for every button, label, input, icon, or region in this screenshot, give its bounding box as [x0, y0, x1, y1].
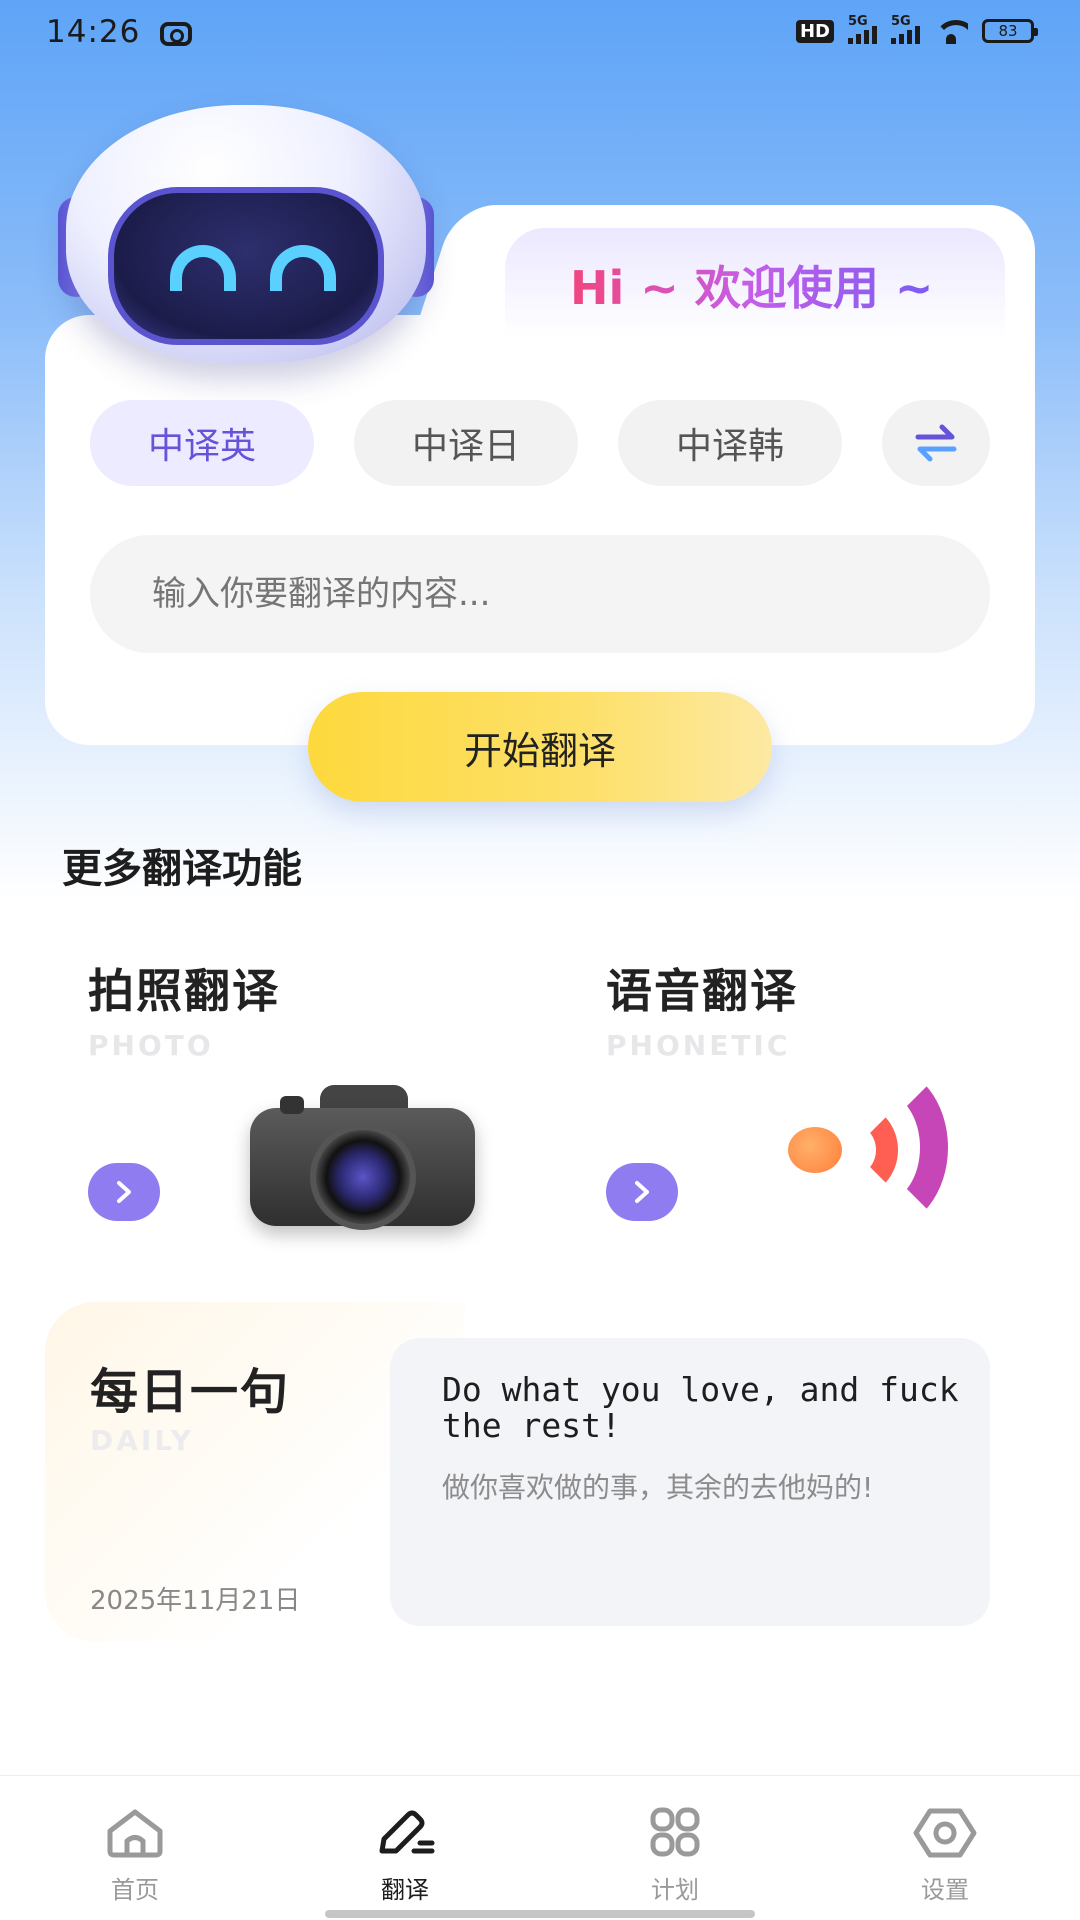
daily-quote-card[interactable]: Do what you love, and fuck the rest! 做你喜…: [390, 1338, 990, 1626]
swap-language-button[interactable]: [882, 400, 990, 486]
voice-translate-card[interactable]: 语音翻译 PHONETIC: [578, 955, 1078, 1255]
start-translate-button[interactable]: 开始翻译: [308, 692, 772, 802]
feature-title: 语音翻译: [606, 964, 798, 1018]
daily-subtitle: DAILY: [90, 1424, 195, 1457]
daily-title: 每日一句: [90, 1364, 291, 1420]
chevron-right-icon: [117, 1181, 131, 1203]
daily-date: 2025年11月21日: [90, 1586, 301, 1616]
tab-zh-ja[interactable]: 中译日: [354, 400, 578, 486]
signal-label: 5G: [848, 14, 868, 29]
signal-label: 5G: [891, 14, 911, 29]
tab-zh-ko[interactable]: 中译韩: [618, 400, 842, 486]
photo-translate-arrow-button[interactable]: [88, 1163, 160, 1221]
robot-face: [108, 187, 384, 345]
more-features-title: 更多翻译功能: [62, 846, 302, 892]
nav-item-plan[interactable]: 计划: [540, 1776, 810, 1920]
swap-arrows-icon: [915, 424, 957, 462]
home-indicator[interactable]: [325, 1910, 755, 1918]
grid-icon: [645, 1806, 705, 1860]
nav-label: 计划: [651, 1876, 699, 1904]
chevron-right-icon: [635, 1181, 649, 1203]
signal-icon: 5G: [891, 14, 920, 44]
nav-label: 设置: [921, 1876, 969, 1904]
feature-subtitle: PHONETIC: [606, 1029, 791, 1062]
sound-wave-icon: [788, 1065, 968, 1235]
status-time: 14:26: [46, 14, 141, 50]
feature-subtitle: PHOTO: [88, 1029, 214, 1062]
greeting-text: Hi ~ 欢迎使用 ~: [570, 252, 933, 318]
hd-voice-icon: HD: [795, 19, 834, 43]
nav-item-translate[interactable]: 翻译: [270, 1776, 540, 1920]
photo-translate-card[interactable]: 拍照翻译 PHOTO: [60, 955, 560, 1255]
nav-label: 翻译: [381, 1876, 429, 1904]
translator-card: [45, 315, 1035, 745]
feature-title: 拍照翻译: [88, 964, 280, 1018]
battery-icon: 83: [982, 19, 1038, 43]
robot-mascot-icon: [58, 105, 434, 375]
wifi-icon: [934, 18, 968, 44]
voice-translate-arrow-button[interactable]: [606, 1163, 678, 1221]
nav-item-home[interactable]: 首页: [0, 1776, 270, 1920]
quote-chinese: 做你喜欢做的事，其余的去他妈的!: [442, 1471, 874, 1504]
status-indicators: HD 5G 5G 83: [795, 14, 1038, 44]
home-icon: [104, 1806, 166, 1860]
translate-input[interactable]: [90, 535, 990, 653]
status-bar: 14:26 HD 5G 5G 83: [0, 0, 1080, 70]
robot-eye-icon: [270, 245, 336, 291]
nav-label: 首页: [111, 1876, 159, 1904]
quote-english: Do what you love, and fuck the rest!: [442, 1370, 959, 1445]
nav-item-settings[interactable]: 设置: [810, 1776, 1080, 1920]
signal-icon: 5G: [848, 14, 877, 44]
camera-icon: [250, 1080, 475, 1230]
tab-zh-en[interactable]: 中译英: [90, 400, 314, 486]
bottom-nav: 首页 翻译 计划 设置: [0, 1775, 1080, 1920]
pen-icon: [374, 1806, 436, 1860]
robot-eye-icon: [170, 245, 236, 291]
hexagon-settings-icon: [912, 1806, 978, 1860]
notification-badge-icon: [160, 22, 192, 46]
language-tabs: 中译英 中译日 中译韩: [90, 400, 990, 486]
